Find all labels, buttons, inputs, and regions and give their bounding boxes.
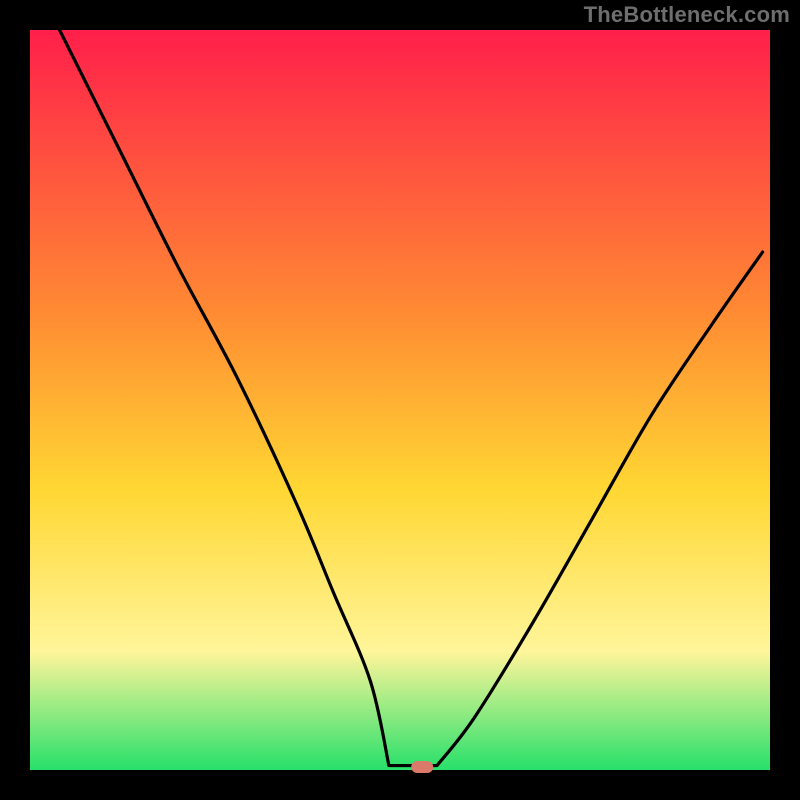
plot-area bbox=[30, 30, 770, 770]
optimum-marker bbox=[411, 761, 433, 773]
bottleneck-chart bbox=[0, 0, 800, 800]
chart-stage: TheBottleneck.com bbox=[0, 0, 800, 800]
